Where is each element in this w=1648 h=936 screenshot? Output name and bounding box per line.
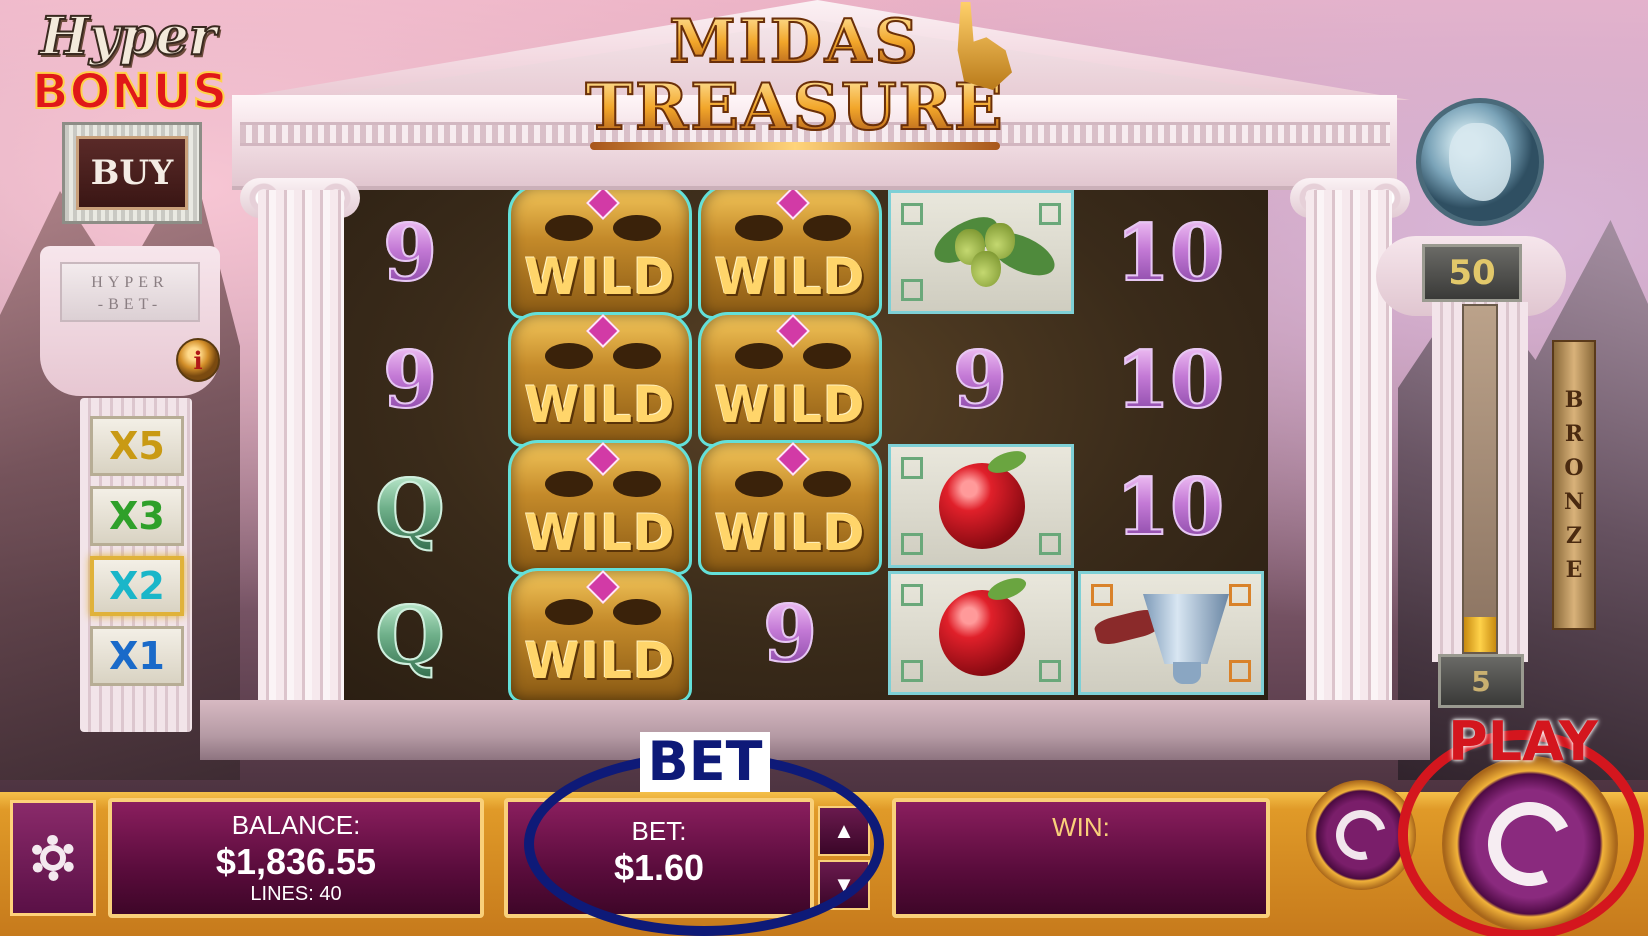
mask-eyes-icon [545,215,661,245]
mask-eyes-icon [545,343,661,373]
multiplier-x1-button[interactable]: X1 [90,626,184,686]
win-label: WIN: [1052,812,1110,842]
wild-symbol: WILD [508,568,692,700]
balance-label: BALANCE: [231,810,361,840]
reel-5: 10 10 10 [1076,190,1264,700]
temple-floor [200,700,1430,760]
reel-symbol: 9 [952,334,1008,427]
column-left [258,190,344,730]
balance-value: $1,836.55 [215,841,377,882]
game-title: MIDAS TREASURE [580,9,1010,150]
tier-letter: E [1565,557,1583,583]
buy-label: BUY [76,136,188,210]
reel-symbol: 9 [762,588,818,681]
silver-coin-icon [1416,98,1544,226]
reel-symbol: 10 [1115,461,1226,554]
lines-label: LINES: 40 [250,883,342,905]
settings-button[interactable] [10,800,96,916]
tier-banner: BRONZE [1552,340,1596,630]
balance-panel: BALANCE: $1,836.55 LINES: 40 [108,798,484,918]
tier-letter: B [1564,387,1584,413]
reel-symbol: 10 [1115,334,1226,427]
multiplier-x2-button[interactable]: X2 [90,556,184,616]
hyper-bet-line2: -BET- [97,296,163,313]
bet-callout-label: BET [640,732,770,792]
wild-symbol: WILD [508,440,692,575]
wild-symbol: WILD [698,190,882,319]
cup-icon [1078,571,1264,695]
hyper-bonus-logo: Hyper BONUS [31,5,229,121]
autoplay-icon [1326,800,1396,870]
tier-letter: O [1564,455,1584,481]
hyper-bet-line1: HYPER [91,274,169,291]
acorns-icon [888,190,1074,314]
win-panel: WIN: [892,798,1270,918]
wild-symbol: WILD [698,312,882,447]
wild-symbol: WILD [698,440,882,575]
apple-icon [888,444,1074,568]
reel-symbol: Q [374,587,446,683]
meter-current-value: 5 [1438,654,1524,708]
mask-eyes-icon [735,471,851,501]
buy-bonus-button[interactable]: BUY [62,122,202,224]
tier-letter: N [1563,489,1585,515]
multiplier-x5-button[interactable]: X5 [90,416,184,476]
reel-symbol: 9 [382,334,438,427]
mask-eyes-icon [735,343,851,373]
reel-1: 9 9 Q Q [316,190,504,700]
hyper-bet-plate: HYPER -BET- [60,262,200,322]
reel-symbol: Q [374,460,446,556]
tier-letter: Z [1565,523,1583,549]
tier-letter: R [1564,421,1584,447]
multiplier-x3-button[interactable]: X3 [90,486,184,546]
mask-eyes-icon [545,599,661,629]
reel-window: 9 9 Q Q WILD WILD WILD WILD WILD WILD WI… [316,190,1268,700]
reel-4: 9 [886,190,1074,700]
reel-2: WILD WILD WILD WILD [506,190,694,700]
info-button[interactable]: i [176,338,220,382]
meter-track [1462,304,1498,654]
meter-progress-fill [1464,617,1496,652]
wild-symbol: WILD [508,312,692,447]
wild-symbol: WILD [508,190,692,319]
mask-eyes-icon [735,215,851,245]
mask-eyes-icon [545,471,661,501]
gear-icon [30,835,76,881]
meter-max-value: 50 [1422,244,1522,302]
reel-symbol: 10 [1115,207,1226,300]
reel-3: WILD WILD WILD 9 [696,190,884,700]
play-callout-label: PLAY [1448,710,1598,773]
apple-icon [888,571,1074,695]
